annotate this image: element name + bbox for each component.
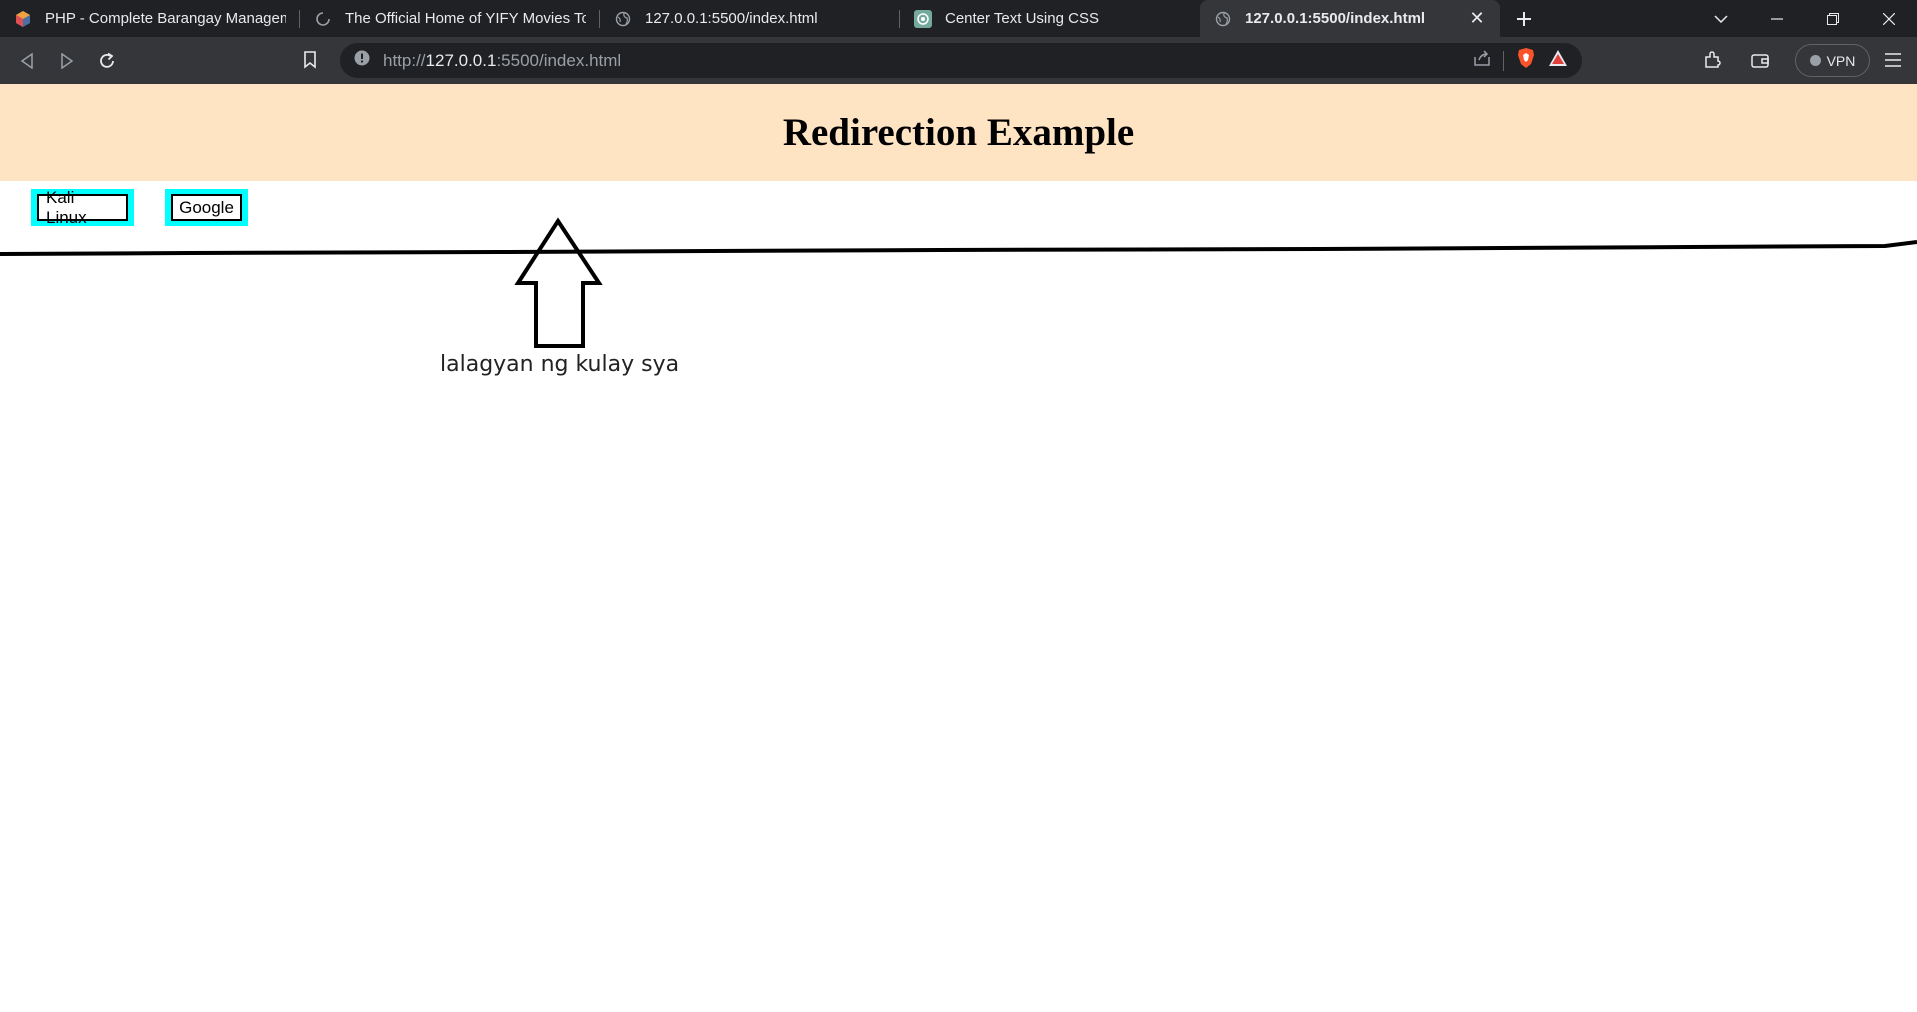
vpn-button[interactable]: VPN [1795,44,1870,77]
tab-yify[interactable]: The Official Home of YIFY Movies Torr [300,0,600,37]
menu-icon[interactable] [1873,40,1913,80]
tab-localhost-active[interactable]: 127.0.0.1:5500/index.html ✕ [1200,0,1500,37]
web-page: Redirection Example Kali Linux Google la… [0,84,1917,1012]
address-bar[interactable]: http://127.0.0.1:5500/index.html [340,43,1582,78]
wallet-icon[interactable] [1740,40,1780,80]
tab-strip: PHP - Complete Barangay Manageme The Off… [0,0,1917,37]
tab-title: The Official Home of YIFY Movies Torr [345,10,586,27]
php-project-icon [14,10,32,28]
tab-title: 127.0.0.1:5500/index.html [645,10,818,27]
reload-icon[interactable] [87,41,127,81]
tab-search-dropdown-icon[interactable] [1693,0,1749,37]
brave-rewards-icon[interactable] [1548,49,1568,72]
vpn-status-icon [1809,55,1821,66]
back-icon[interactable] [7,41,47,81]
chatgpt-icon [914,9,932,28]
tab-center-text[interactable]: Center Text Using CSS [900,0,1200,37]
tab-title: 127.0.0.1:5500/index.html [1245,10,1426,27]
annotation-drawing [0,217,1917,348]
extensions-icon[interactable] [1692,40,1732,80]
close-window-button[interactable] [1861,0,1917,37]
share-icon[interactable] [1473,49,1491,72]
vpn-label: VPN [1826,52,1856,69]
url-text[interactable]: http://127.0.0.1:5500/index.html [383,51,621,71]
underline-stroke [0,240,1917,256]
site-info-icon[interactable] [354,50,370,71]
close-tab-icon[interactable]: ✕ [1468,8,1486,28]
bookmark-icon[interactable] [290,40,330,80]
annotation-note: lalagyan ng kulay sya [440,352,680,377]
forward-icon[interactable] [47,41,87,81]
globe-icon [1214,10,1232,28]
up-arrow-icon [514,217,603,348]
loading-spinner-icon [314,10,332,28]
brave-shields-icon[interactable] [1516,47,1536,74]
globe-icon [614,10,632,28]
new-tab-button[interactable] [1500,0,1548,37]
minimize-button[interactable] [1749,0,1805,37]
restore-button[interactable] [1805,0,1861,37]
tab-localhost-1[interactable]: 127.0.0.1:5500/index.html [600,0,900,37]
tab-php-project[interactable]: PHP - Complete Barangay Manageme [0,0,300,37]
tab-title: PHP - Complete Barangay Manageme [45,10,286,27]
tab-title: Center Text Using CSS [945,10,1099,27]
browser-toolbar: http://127.0.0.1:5500/index.html VPN [0,37,1917,84]
